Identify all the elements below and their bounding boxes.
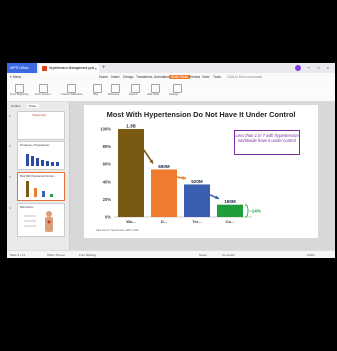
x-tick-label: Co... bbox=[226, 219, 235, 224]
custom-slideshow-icon[interactable] bbox=[67, 84, 76, 93]
slide-thumbnail-panel: Outline Slides 1 Hypertension 2 Prevalenc… bbox=[7, 102, 70, 250]
thumbnail-title: Most With Hypertension Do Not... bbox=[20, 175, 56, 178]
bar-data-label: 650M bbox=[158, 164, 170, 169]
bar-data-label: 190M bbox=[224, 199, 236, 204]
thumbnail-bar bbox=[56, 162, 59, 166]
presentation-file-icon bbox=[42, 65, 47, 71]
rehearse-icon[interactable] bbox=[111, 84, 120, 93]
slide-thumbnail[interactable]: Hypertension bbox=[17, 111, 65, 140]
source-note: Data Source: Hypertension, WHO, 2023 bbox=[96, 229, 139, 232]
app-home-tab[interactable]: WPS Office bbox=[7, 63, 37, 73]
from-current-icon[interactable] bbox=[39, 84, 48, 93]
y-tick-label: 80% bbox=[103, 144, 112, 149]
thumbnail-bar bbox=[50, 194, 53, 197]
tool-label: From Current bbox=[35, 93, 51, 96]
menu-item[interactable]: Tools bbox=[213, 75, 221, 79]
thumbnail-number: 3 bbox=[9, 175, 11, 179]
play-icon[interactable] bbox=[93, 84, 102, 93]
y-tick-label: 60% bbox=[103, 162, 112, 167]
bar-data-label: 1.3B bbox=[126, 124, 136, 129]
bar-data-label: 520M bbox=[191, 179, 203, 184]
chart-bar bbox=[184, 184, 210, 217]
title-bar: WPS Office Hypertension Management.pptx … bbox=[7, 63, 335, 73]
slide-thumbnail-selected[interactable]: Most With Hypertension Do Not... bbox=[17, 172, 65, 201]
y-tick-label: 40% bbox=[103, 179, 112, 184]
thumbnail-bar bbox=[26, 181, 29, 197]
status-bar: Slide 3 / 14 Office Theme Font Missing N… bbox=[7, 250, 335, 258]
menu-item[interactable]: Home bbox=[99, 75, 108, 79]
thumbnail-title: Prevalence of Hypertension bbox=[20, 144, 50, 147]
thumbnail-bar bbox=[41, 160, 44, 166]
thumbnail-number: 4 bbox=[9, 206, 11, 210]
thumbnail-bar bbox=[26, 154, 29, 166]
thumbnail-number: 1 bbox=[9, 114, 11, 118]
new-tab-button[interactable]: + bbox=[102, 63, 106, 73]
chart-bar bbox=[217, 204, 243, 217]
slide-counter: Slide 3 / 14 bbox=[10, 253, 26, 257]
comment-button[interactable]: Comment bbox=[222, 253, 235, 257]
thumbnail-bar bbox=[34, 188, 37, 197]
x-tick-label: D... bbox=[161, 219, 167, 224]
menu-item[interactable]: Transitions bbox=[136, 75, 152, 79]
bar-chart[interactable]: 0% 20% 40% 60% 80% 100% 1.3B Wo... 650M D... 520M… bbox=[84, 105, 318, 238]
callout-box[interactable]: Less than 1 in 7 with hypertension world… bbox=[234, 130, 300, 155]
tool-label: Hide Slide bbox=[147, 93, 159, 96]
thumbnail-number: 2 bbox=[9, 144, 11, 148]
panel-tabs: Outline Slides bbox=[11, 104, 45, 108]
y-tick-label: 0% bbox=[105, 215, 111, 220]
tool-label: Settings bbox=[169, 93, 179, 96]
avatar[interactable] bbox=[295, 65, 301, 71]
x-tick-label: Tre... bbox=[192, 219, 201, 224]
thumbnail-bar bbox=[51, 162, 54, 166]
body-figure-icon bbox=[24, 211, 53, 232]
slide-canvas: Most With Hypertension Do Not Have It Un… bbox=[70, 102, 335, 250]
menu-item[interactable]: ≡ Menu bbox=[10, 75, 21, 79]
bracket-label: ~14% bbox=[249, 208, 261, 213]
tool-label: From Beginning bbox=[10, 93, 29, 96]
ribbon-toolbar: From Beginning From Current Custom Slide… bbox=[7, 81, 335, 102]
menu-item[interactable]: Insert bbox=[111, 75, 119, 79]
thumbnail-title: Hypertension bbox=[32, 114, 47, 117]
menu-item[interactable]: Review bbox=[189, 75, 200, 79]
tool-label: Record bbox=[129, 93, 138, 96]
tool-label: Play bbox=[93, 93, 99, 96]
menu-item[interactable]: View bbox=[202, 75, 209, 79]
menu-item[interactable]: Animation bbox=[154, 75, 169, 79]
thumbnail-bar bbox=[46, 161, 49, 166]
document-tab[interactable]: Hypertension Management.pptx × bbox=[39, 64, 99, 73]
theme-name: Office Theme bbox=[47, 253, 65, 257]
chart-bar bbox=[118, 129, 144, 217]
presentation-app-window: WPS Office Hypertension Management.pptx … bbox=[7, 63, 335, 258]
menu-bar: ≡ Menu Home Insert Design Transitions An… bbox=[7, 73, 335, 81]
tab-outline[interactable]: Outline bbox=[11, 104, 21, 108]
thumbnail-bar bbox=[31, 156, 34, 166]
y-tick-label: 20% bbox=[103, 197, 112, 202]
close-tab-icon[interactable]: × bbox=[95, 64, 97, 73]
menu-item-active[interactable]: Slide Show bbox=[169, 74, 190, 79]
tool-label: Custom Slideshow bbox=[61, 93, 83, 96]
slide-thumbnail[interactable]: Prevalence of Hypertension bbox=[17, 141, 65, 170]
x-tick-label: Wo... bbox=[126, 219, 135, 224]
slide[interactable]: Most With Hypertension Do Not Have It Un… bbox=[84, 105, 318, 238]
bracket-shape bbox=[244, 204, 249, 218]
settings-icon[interactable] bbox=[173, 84, 182, 93]
thumbnail-bar bbox=[42, 191, 45, 197]
thumbnail-bar bbox=[36, 158, 39, 166]
window-controls[interactable]: ─ □ × bbox=[307, 63, 332, 73]
command-search[interactable]: Click to find commands bbox=[227, 75, 262, 79]
record-icon[interactable] bbox=[131, 84, 140, 93]
tool-label: Rehearse bbox=[108, 93, 120, 96]
zoom-level[interactable]: 100% bbox=[307, 253, 315, 257]
slide-thumbnail[interactable]: Risk Factors bbox=[17, 203, 65, 237]
document-tab-label: Hypertension Management.pptx bbox=[49, 66, 95, 70]
from-beginning-icon[interactable] bbox=[15, 84, 24, 93]
hide-slide-icon[interactable] bbox=[151, 84, 160, 93]
font-missing-indicator[interactable]: Font Missing bbox=[79, 253, 96, 257]
y-tick-label: 100% bbox=[100, 127, 111, 132]
notes-button[interactable]: Notes bbox=[199, 253, 207, 257]
menu-item[interactable]: Design bbox=[123, 75, 134, 79]
tab-slides[interactable]: Slides bbox=[26, 104, 39, 108]
